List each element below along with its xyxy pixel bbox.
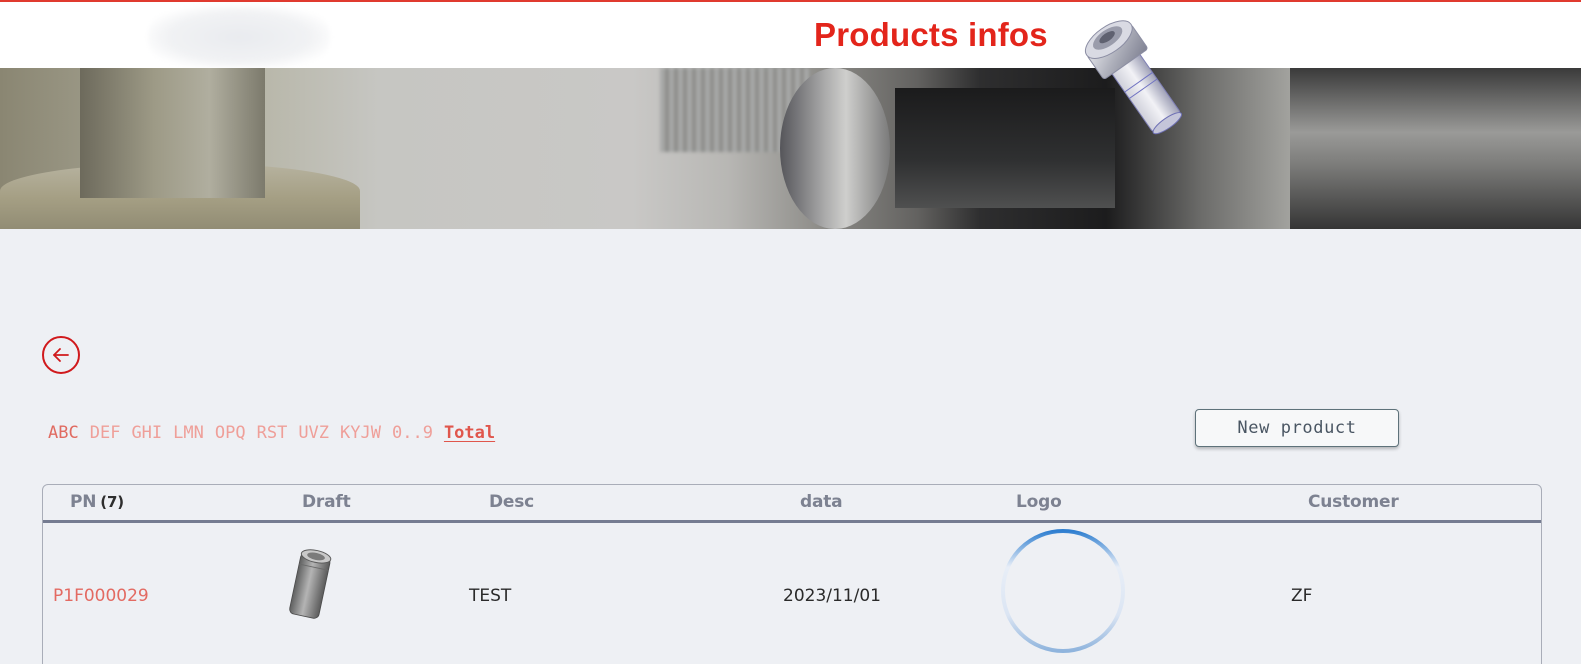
column-pn-label: PN: [70, 492, 97, 512]
loading-spinner-icon: [1001, 529, 1125, 653]
filter-lmn[interactable]: LMN: [173, 423, 204, 443]
column-header-desc[interactable]: Desc: [489, 492, 534, 512]
top-header: Products infos: [0, 0, 1581, 68]
filter-rst[interactable]: RST: [257, 423, 288, 443]
row-pn-link[interactable]: P1F000029: [53, 586, 149, 606]
back-button[interactable]: [42, 336, 80, 374]
filter-opq[interactable]: OPQ: [215, 423, 246, 443]
alpha-filter-bar: ABC DEF GHI LMN OPQ RST UVZ KYJW 0..9 To…: [48, 423, 506, 443]
draft-thumbnail: [289, 549, 332, 619]
products-table: PN (7) Draft Desc data Logo Customer P1F0…: [42, 484, 1542, 664]
page-title: Products infos: [814, 16, 1048, 53]
filter-def[interactable]: DEF: [90, 423, 121, 443]
arrow-left-icon: [53, 348, 69, 362]
hero-banner: [0, 68, 1581, 229]
column-header-pn[interactable]: PN (7): [70, 492, 124, 512]
product-fitting-image: [1084, 20, 1183, 135]
column-header-data[interactable]: data: [800, 492, 843, 512]
filter-total[interactable]: Total: [444, 423, 495, 443]
column-header-logo[interactable]: Logo: [1016, 492, 1062, 512]
filter-0-9[interactable]: 0..9: [392, 423, 433, 443]
column-header-customer[interactable]: Customer: [1308, 492, 1399, 512]
column-header-draft[interactable]: Draft: [302, 492, 351, 512]
company-logo: [148, 6, 330, 68]
filter-abc[interactable]: ABC: [48, 423, 79, 443]
product-count: (7): [100, 493, 124, 511]
new-product-button[interactable]: New product: [1195, 409, 1399, 447]
row-date: 2023/11/01: [783, 586, 881, 606]
filter-uvz[interactable]: UVZ: [298, 423, 329, 443]
filter-kyjw[interactable]: KYJW: [340, 423, 381, 443]
row-desc: TEST: [469, 586, 512, 606]
table-header: PN (7) Draft Desc data Logo Customer: [43, 485, 1541, 523]
filter-ghi[interactable]: GHI: [131, 423, 162, 443]
row-customer: ZF: [1291, 586, 1313, 606]
